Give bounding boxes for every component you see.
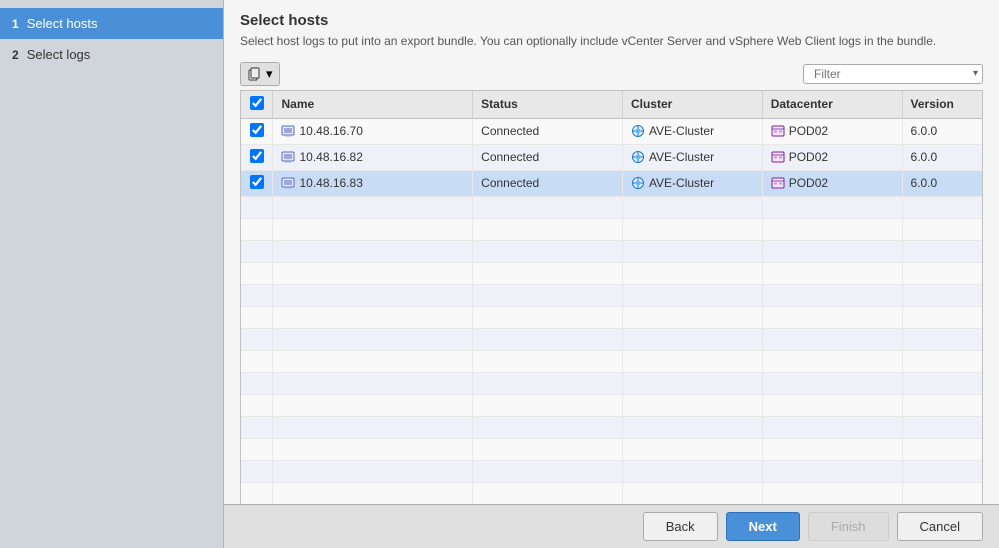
page-title: Select hosts (240, 12, 983, 29)
select-all-checkbox[interactable] (250, 96, 264, 110)
back-button[interactable]: Back (643, 512, 718, 541)
row-status: Connected (473, 144, 623, 170)
row-version: 6.0.0 (902, 144, 982, 170)
toolbar-left: ▾ (240, 62, 280, 86)
row-cluster: AVE-Cluster (622, 118, 762, 144)
next-button[interactable]: Next (726, 512, 800, 541)
table-row-empty (241, 372, 982, 394)
content-area: Select hosts Select host logs to put int… (224, 0, 999, 504)
filter-dropdown-icon[interactable]: ▾ (973, 68, 978, 79)
footer: Back Next Finish Cancel (224, 504, 999, 548)
row-name: 10.48.16.83 (273, 170, 473, 196)
filter-box[interactable]: ▾ (803, 64, 983, 84)
row-cluster: AVE-Cluster (622, 144, 762, 170)
header-name: Name (273, 91, 473, 119)
table-row-empty (241, 262, 982, 284)
sidebar-item-label-1: Select hosts (27, 16, 98, 31)
sidebar-item-select-logs[interactable]: 2 Select logs (0, 39, 223, 70)
row-checkbox[interactable] (250, 149, 264, 163)
table-row-empty (241, 460, 982, 482)
table-row-empty (241, 196, 982, 218)
table-row[interactable]: 10.48.16.70 Connected AVE-Cluster (241, 118, 982, 144)
table-row[interactable]: 10.48.16.83 Connected AVE-Cluster (241, 170, 982, 196)
header-version: Version (902, 91, 982, 119)
copy-icon (247, 67, 261, 81)
toolbar: ▾ ▾ (240, 62, 983, 86)
row-checkbox-cell[interactable] (241, 118, 273, 144)
row-version: 6.0.0 (902, 118, 982, 144)
table-row-empty (241, 218, 982, 240)
filter-input[interactable] (814, 67, 969, 81)
row-datacenter: POD02 (762, 118, 902, 144)
table-row[interactable]: 10.48.16.82 Connected AVE-Cluster (241, 144, 982, 170)
table-header-row: Name Status Cluster Datacenter Version (241, 91, 982, 119)
main-panel: Select hosts Select host logs to put int… (224, 0, 999, 548)
table-row-empty (241, 416, 982, 438)
export-icon-caret: ▾ (266, 66, 273, 82)
finish-button: Finish (808, 512, 889, 541)
row-datacenter: POD02 (762, 144, 902, 170)
sidebar-item-number-1: 1 (12, 17, 19, 31)
row-datacenter: POD02 (762, 170, 902, 196)
table-row-empty (241, 482, 982, 504)
row-name: 10.48.16.82 (273, 144, 473, 170)
table-row-empty (241, 240, 982, 262)
header-datacenter: Datacenter (762, 91, 902, 119)
hosts-table: Name Status Cluster Datacenter Version (240, 90, 983, 504)
sidebar-item-select-hosts[interactable]: 1 Select hosts (0, 8, 223, 39)
header-cluster: Cluster (622, 91, 762, 119)
sidebar-item-number-2: 2 (12, 48, 19, 62)
row-status: Connected (473, 170, 623, 196)
sidebar-item-label-2: Select logs (27, 47, 91, 62)
row-checkbox-cell[interactable] (241, 170, 273, 196)
table-row-empty (241, 284, 982, 306)
row-version: 6.0.0 (902, 170, 982, 196)
cancel-button[interactable]: Cancel (897, 512, 983, 541)
sidebar: 1 Select hosts 2 Select logs (0, 0, 224, 548)
header-checkbox-col (241, 91, 273, 119)
export-button[interactable]: ▾ (240, 62, 280, 86)
header-status: Status (473, 91, 623, 119)
row-checkbox[interactable] (250, 175, 264, 189)
table-row-empty (241, 438, 982, 460)
page-subtitle: Select host logs to put into an export b… (240, 33, 983, 50)
table-row-empty (241, 350, 982, 372)
row-checkbox-cell[interactable] (241, 144, 273, 170)
table-row-empty (241, 328, 982, 350)
row-name: 10.48.16.70 (273, 118, 473, 144)
row-checkbox[interactable] (250, 123, 264, 137)
row-status: Connected (473, 118, 623, 144)
table-row-empty (241, 306, 982, 328)
row-cluster: AVE-Cluster (622, 170, 762, 196)
table-row-empty (241, 394, 982, 416)
